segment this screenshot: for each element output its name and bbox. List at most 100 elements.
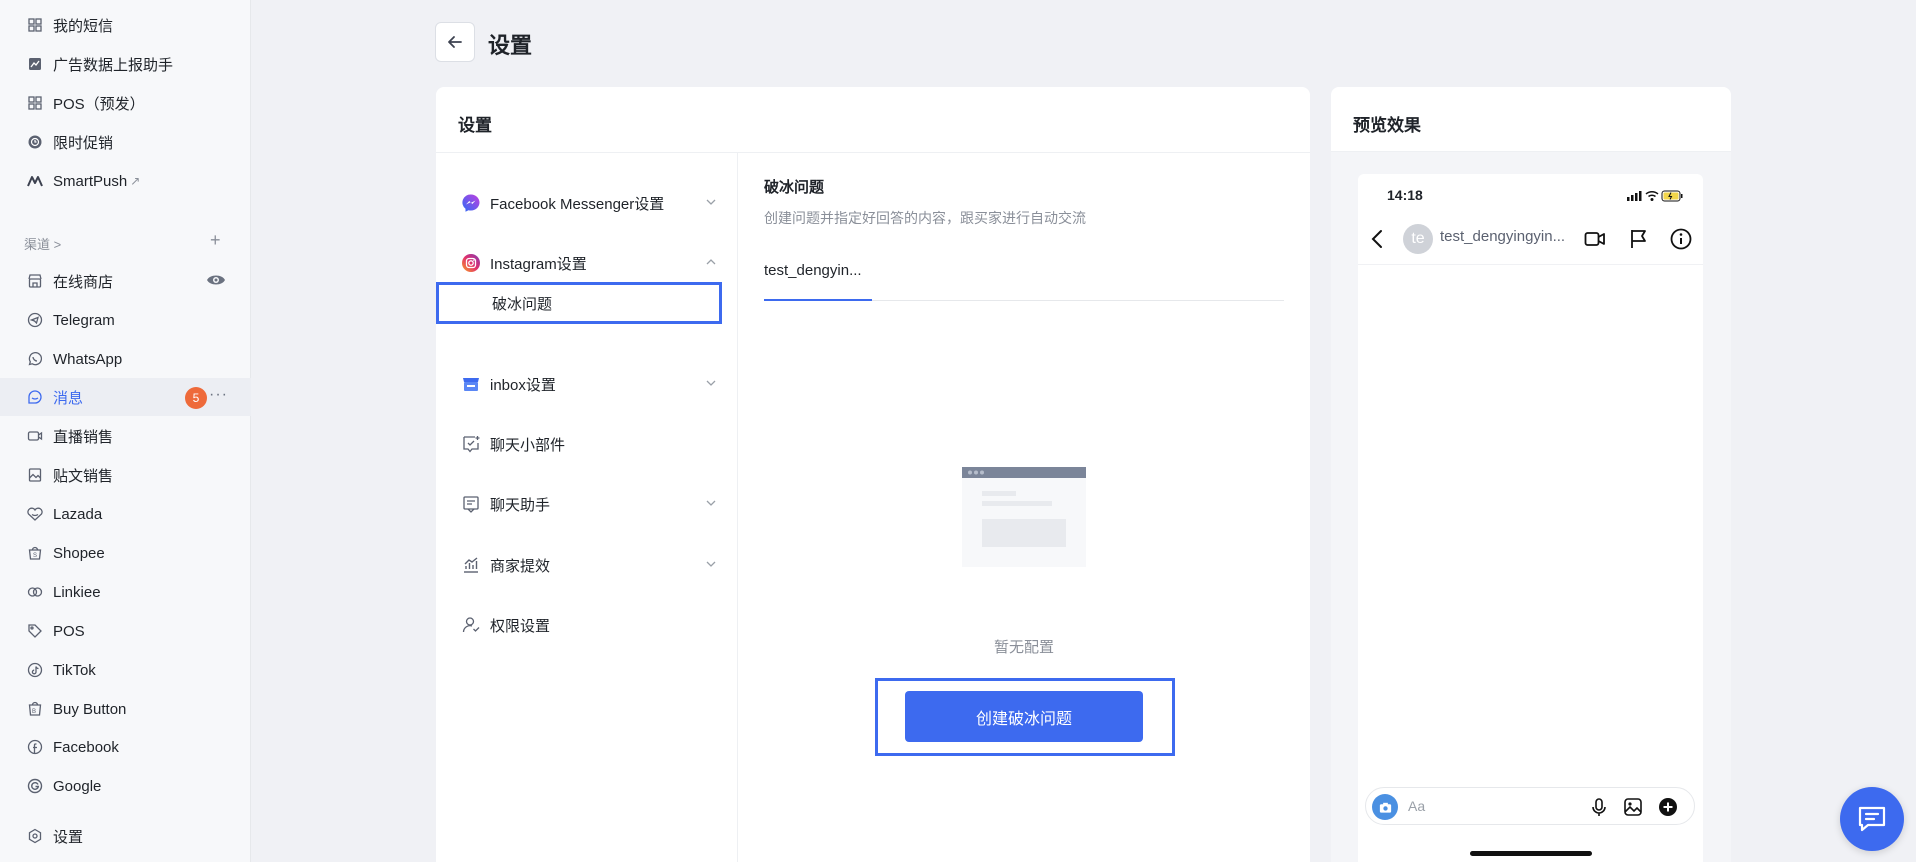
sidebar-item-label: 直播销售: [53, 428, 114, 446]
unread-badge: 5: [185, 387, 207, 409]
home-indicator: [1470, 851, 1592, 856]
menu-item-label: Facebook Messenger设置: [490, 195, 665, 213]
page-title: 设置: [488, 33, 533, 58]
menu-item-label: 权限设置: [490, 617, 551, 635]
menu-item-inbox[interactable]: inbox设置: [460, 364, 722, 404]
sidebar-item-label: 贴文销售: [53, 467, 114, 485]
chat-widget-icon: [460, 433, 482, 455]
sidebar-item-telegram[interactable]: Telegram: [0, 301, 251, 339]
sidebar-item-label: SmartPush: [53, 172, 128, 190]
sidebar-item-label: Shopee: [53, 544, 105, 562]
card-title: 设置: [458, 116, 492, 135]
shopee-icon: S: [26, 544, 44, 562]
image-icon[interactable]: [1622, 796, 1644, 818]
divider: [737, 153, 738, 862]
link-icon: [26, 583, 44, 601]
chat-assistant-icon: [460, 493, 482, 515]
sidebar-item-facebook[interactable]: Facebook: [0, 728, 251, 766]
menu-item-merchant-efficiency[interactable]: 商家提效: [460, 545, 722, 585]
chevron-down-icon: [706, 380, 716, 386]
facebook-icon: [26, 738, 44, 756]
sidebar-item-label: Linkiee: [53, 583, 101, 601]
menu-item-chat-widget[interactable]: 聊天小部件: [460, 424, 722, 464]
menu-item-permissions[interactable]: 权限设置: [460, 605, 722, 645]
menu-item-instagram[interactable]: Instagram设置: [460, 243, 722, 283]
message-composer[interactable]: Aa: [1365, 787, 1695, 825]
info-icon[interactable]: [1669, 227, 1693, 251]
chevron-left-icon[interactable]: [1369, 227, 1387, 251]
sidebar: 我的短信 广告数据上报助手 POS（预发） 限时促销 SmartPush ↗ 渠…: [0, 0, 251, 862]
chevron-up-icon: [706, 259, 716, 265]
sidebar-item-linkiee[interactable]: Linkiee: [0, 573, 251, 611]
chevron-down-icon: [706, 199, 716, 205]
sidebar-item-label: POS（预发）: [53, 95, 145, 113]
clock-badge-icon: [26, 133, 44, 151]
sidebar-item-label: WhatsApp: [53, 350, 123, 368]
add-channel-button[interactable]: +: [210, 230, 221, 251]
sidebar-item-smartpush[interactable]: SmartPush ↗: [0, 162, 251, 200]
menu-item-facebook-messenger[interactable]: Facebook Messenger设置: [460, 183, 722, 223]
svg-text:B: B: [32, 709, 36, 715]
instagram-icon: [460, 252, 482, 274]
sidebar-item-settings[interactable]: 设置: [0, 817, 251, 855]
sidebar-item-live-sales[interactable]: 直播销售: [0, 417, 251, 455]
sidebar-item-whatsapp[interactable]: WhatsApp: [0, 340, 251, 378]
sidebar-item-label: Buy Button: [53, 700, 127, 718]
sidebar-item-label: 限时促销: [53, 134, 114, 152]
flag-icon[interactable]: [1627, 227, 1651, 251]
tiktok-icon: [26, 661, 44, 679]
sidebar-item-ad-report[interactable]: 广告数据上报助手: [0, 45, 251, 83]
sidebar-item-pos-pre[interactable]: POS（预发）: [0, 84, 251, 122]
preview-header: 预览效果: [1331, 87, 1731, 152]
microphone-icon[interactable]: [1588, 796, 1610, 818]
sidebar-item-lazada[interactable]: Lazada: [0, 495, 251, 533]
tab-active-indicator: [764, 299, 872, 301]
google-icon: [26, 777, 44, 795]
user-permission-icon: [460, 614, 482, 636]
camera-icon[interactable]: [1372, 794, 1398, 820]
sidebar-item-post-sales[interactable]: 贴文销售: [0, 456, 251, 494]
sidebar-item-google[interactable]: Google: [0, 767, 251, 805]
sidebar-item-my-sms[interactable]: 我的短信: [0, 6, 251, 44]
settings-card: 设置 Facebook Messenger设置 Instagram设置 破冰问题…: [436, 87, 1310, 862]
sidebar-item-buy-button[interactable]: B Buy Button: [0, 690, 251, 728]
menu-item-chat-assistant[interactable]: 聊天助手: [460, 484, 722, 524]
sidebar-item-label: Facebook: [53, 738, 119, 756]
more-icon[interactable]: ···: [209, 386, 228, 404]
telegram-icon: [26, 311, 44, 329]
sidebar-item-flash-sale[interactable]: 限时促销: [0, 123, 251, 161]
channels-section-label[interactable]: 渠道 >: [24, 234, 61, 253]
menu-item-label: 破冰问题: [492, 295, 553, 313]
menu-item-icebreaker[interactable]: 破冰问题: [436, 282, 722, 324]
support-chat-button[interactable]: [1840, 787, 1904, 851]
create-icebreaker-button[interactable]: 创建破冰问题: [905, 691, 1143, 742]
add-circle-icon[interactable]: [1657, 796, 1679, 818]
phone-time: 14:18: [1387, 187, 1423, 203]
tab-account[interactable]: test_dengyin...: [764, 262, 862, 300]
sidebar-item-shopee[interactable]: S Shopee: [0, 534, 251, 572]
chevron-down-icon: [706, 500, 716, 506]
tag-icon: [26, 622, 44, 640]
sidebar-item-tiktok[interactable]: TikTok: [0, 651, 251, 689]
smartpush-logo-icon: [26, 172, 44, 190]
live-icon: [26, 427, 44, 445]
external-link-icon: ↗: [130, 174, 141, 188]
eye-icon[interactable]: [206, 270, 226, 290]
sidebar-item-label: Google: [53, 777, 102, 795]
phone-mockup: [1358, 174, 1703, 862]
section-description: 创建问题并指定好回答的内容，跟买家进行自动交流: [764, 210, 1086, 226]
sidebar-item-label: 广告数据上报助手: [53, 56, 174, 74]
sidebar-item-label: Telegram: [53, 311, 115, 329]
store-icon: [26, 272, 44, 290]
empty-state-text: 暂无配置: [993, 639, 1054, 656]
sidebar-item-label: 消息: [53, 389, 84, 407]
video-call-icon[interactable]: [1583, 227, 1607, 251]
back-button[interactable]: [435, 22, 475, 62]
sidebar-item-pos[interactable]: POS: [0, 612, 251, 650]
chart-box-icon: [26, 55, 44, 73]
sidebar-item-label: 设置: [53, 828, 84, 846]
phone-status-icons: [1627, 190, 1683, 202]
divider: [436, 152, 1310, 153]
sidebar-item-label: TikTok: [53, 661, 96, 679]
message-icon: [26, 388, 44, 406]
